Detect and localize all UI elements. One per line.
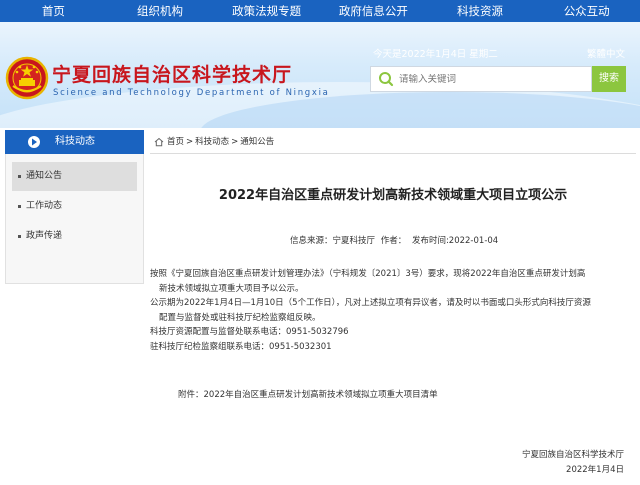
sidebar-item-label: 工作动态 <box>26 201 63 211</box>
bullet-icon <box>18 235 21 238</box>
circle-arrow-icon <box>28 136 40 148</box>
article-body: 按照《宁夏回族自治区重点研发计划管理办法》（宁科规发〔2021〕3号）要求，现将… <box>150 267 636 354</box>
breadcrumb: 首页 > 科技动态 > 通知公告 <box>150 130 636 154</box>
site-title: 宁夏回族自治区科学技术厅 <box>52 64 293 86</box>
sidebar-item-label: 通知公告 <box>26 171 63 181</box>
sidebar-item-gov-voice[interactable]: 政声传递 <box>12 222 137 251</box>
nav-home[interactable]: 首页 <box>0 0 107 22</box>
nav-gov-info[interactable]: 政府信息公开 <box>320 0 427 22</box>
home-icon <box>154 137 164 146</box>
breadcrumb-notices[interactable]: 通知公告 <box>240 130 274 154</box>
bullet-icon <box>18 205 21 208</box>
search-button[interactable]: 搜索 <box>592 66 626 92</box>
signature-org: 宁夏回族自治区科学技术厅 <box>521 450 624 460</box>
traditional-chinese-link[interactable]: 繁體中文 <box>587 46 625 60</box>
breadcrumb-separator: > <box>186 136 194 147</box>
sidebar-item-label: 政声传递 <box>26 231 63 241</box>
national-emblem-icon <box>5 56 49 100</box>
paragraph-2-line-2: 配置与监督处或驻科技厅纪检监察组反映。 <box>159 312 321 323</box>
sidebar-item-work-news[interactable]: 工作动态 <box>12 192 137 221</box>
sidebar-menu: 通知公告 工作动态 政声传递 <box>5 154 144 284</box>
article-signature: 宁夏回族自治区科学技术厅 2022年1月4日 <box>522 448 624 478</box>
search-input[interactable] <box>399 73 579 85</box>
breadcrumb-separator: > <box>231 136 239 147</box>
article-date: 发布时间:2022-01-04 <box>411 236 499 246</box>
breadcrumb-tech-news[interactable]: 科技动态 <box>195 130 229 154</box>
search-icon <box>379 72 394 87</box>
attachment-link[interactable]: 附件：2022年自治区重点研发计划高新技术领域拟立项重大项目清单 <box>178 388 438 400</box>
article-author: 作者： <box>380 236 407 246</box>
top-navigation: 首页 组织机构 政策法规专题 政府信息公开 科技资源 公众互动 <box>0 0 640 22</box>
paragraph-2-line-1: 公示期为2022年1月4日—1月10日（5个工作日），凡对上述拟立项有异议者，请… <box>150 298 591 308</box>
site-subtitle: Science and Technology Department of Nin… <box>53 88 330 98</box>
current-date: 今天是2022年1月4日 星期二 <box>373 49 498 60</box>
sidebar-title: 科技动态 <box>55 136 95 147</box>
sidebar: 科技动态 通知公告 工作动态 政声传递 <box>5 130 144 284</box>
sidebar-header: 科技动态 <box>5 130 144 154</box>
article-meta: 信息来源：宁夏科技厅 作者： 发布时间:2022-01-04 <box>290 234 501 246</box>
nav-policy[interactable]: 政策法规专题 <box>213 0 320 22</box>
main-content: 首页 > 科技动态 > 通知公告 2022年自治区重点研发计划高新技术领域重大项… <box>150 130 636 485</box>
sidebar-item-notices[interactable]: 通知公告 <box>12 162 137 191</box>
contact-inspection-group: 驻科技厅纪检监察组联系电话：0951-5032301 <box>150 341 332 352</box>
nav-interaction[interactable]: 公众互动 <box>533 0 640 22</box>
bullet-icon <box>18 175 21 178</box>
contact-resource-office: 科技厅资源配置与监督处联系电话：0951-5032796 <box>150 327 349 337</box>
signature-date: 2022年1月4日 <box>566 465 624 475</box>
nav-organization[interactable]: 组织机构 <box>107 0 214 22</box>
article-source: 信息来源：宁夏科技厅 <box>290 236 376 246</box>
search-box <box>370 66 592 92</box>
paragraph-1-line-2: 新技术领域拟立项重大项目予以公示。 <box>159 283 304 294</box>
header-banner: 宁夏回族自治区科学技术厅 Science and Technology Depa… <box>0 22 640 128</box>
paragraph-1-line-1: 按照《宁夏回族自治区重点研发计划管理办法》（宁科规发〔2021〕3号）要求，现将… <box>150 269 586 279</box>
nav-resources[interactable]: 科技资源 <box>427 0 534 22</box>
breadcrumb-home[interactable]: 首页 <box>167 130 184 154</box>
article-title: 2022年自治区重点研发计划高新技术领域重大项目立项公示 <box>218 188 568 203</box>
